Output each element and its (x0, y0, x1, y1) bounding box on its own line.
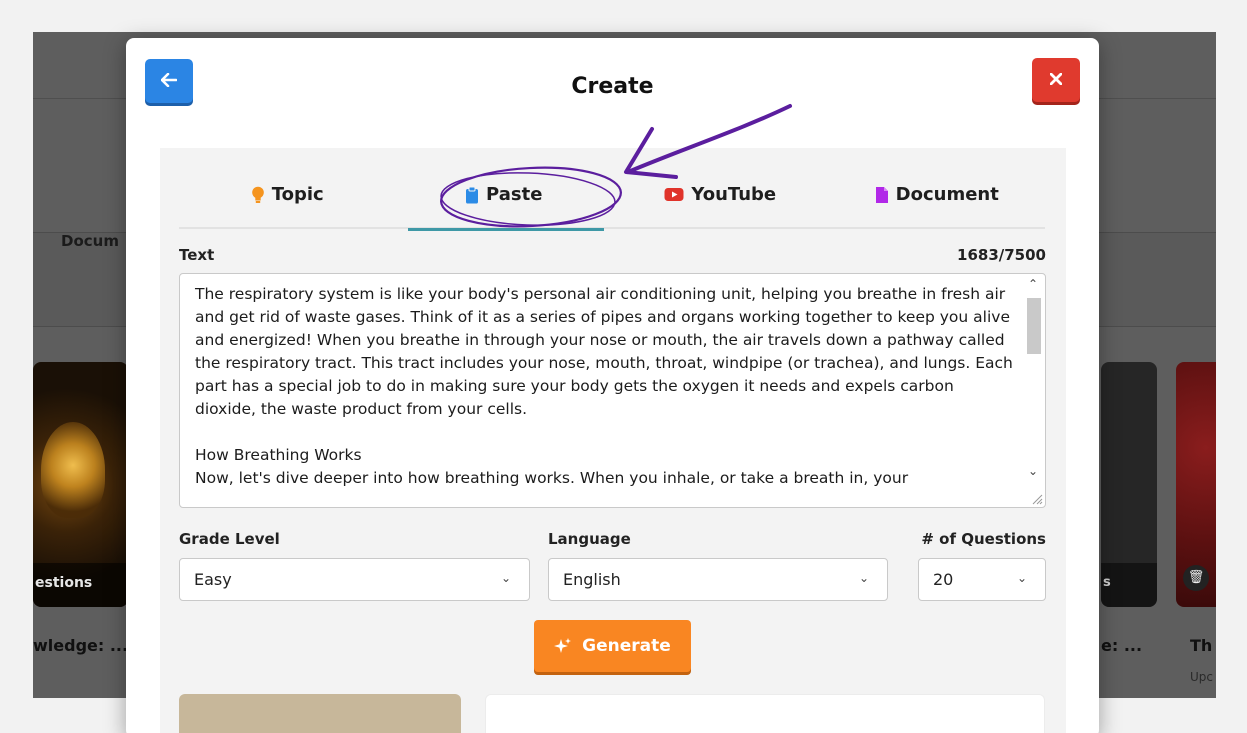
language-value: English (563, 570, 621, 589)
bg-card-lightbulb: estions (33, 362, 128, 607)
resize-handle-icon[interactable] (1029, 491, 1043, 505)
num-questions-label: # of Questions (921, 530, 1046, 548)
lightbulb-image (41, 422, 105, 518)
close-button[interactable] (1032, 58, 1080, 102)
source-tabs: Topic Paste YouTube Document (179, 184, 1046, 231)
bg-card-far-sub: Upc (1190, 670, 1213, 684)
lightbulb-icon (251, 186, 264, 203)
tab-paste[interactable]: Paste (396, 184, 613, 231)
generate-label: Generate (582, 636, 671, 656)
num-questions-value: 20 (933, 570, 954, 589)
bg-card-right-title: e: ... (1101, 636, 1143, 655)
trash-icon: 🗑 (1183, 565, 1209, 591)
bg-card-label: estions (33, 563, 128, 607)
bg-card-right: s (1101, 362, 1157, 607)
modal-title: Create (571, 74, 654, 99)
chevron-down-icon: ⌄ (858, 571, 869, 585)
result-card (485, 694, 1045, 733)
paste-textarea-text: The respiratory system is like your body… (195, 285, 1013, 487)
tab-topic-label: Topic (271, 184, 324, 205)
create-modal: Create Topic Paste YouTube Document Text… (126, 38, 1099, 733)
bg-card-far-right: 🗑 (1176, 362, 1216, 607)
grade-level-select[interactable]: Easy ⌄ (179, 558, 530, 601)
language-label: Language (548, 530, 631, 548)
language-select[interactable]: English ⌄ (548, 558, 888, 601)
create-panel: Topic Paste YouTube Document Text 1683/7… (160, 148, 1066, 733)
tab-youtube-label: YouTube (691, 184, 777, 205)
bg-card-right-label: s (1101, 563, 1157, 607)
bg-card-far-title: Th (1190, 636, 1213, 655)
grade-level-value: Easy (194, 570, 232, 589)
text-label: Text (179, 246, 215, 264)
bg-tab-document: Docum (61, 232, 119, 250)
tab-paste-label: Paste (486, 184, 543, 205)
paste-textarea[interactable]: The respiratory system is like your body… (179, 273, 1046, 508)
tab-document-label: Document (895, 184, 999, 205)
tab-youtube[interactable]: YouTube (612, 184, 829, 229)
youtube-icon (664, 188, 684, 201)
grade-level-label: Grade Level (179, 530, 280, 548)
textarea-scrollbar[interactable]: ⌃ ⌄ (1023, 274, 1045, 507)
result-thumbnail (179, 694, 461, 733)
clipboard-icon (466, 186, 479, 203)
tab-topic[interactable]: Topic (179, 184, 396, 229)
generate-button[interactable]: Generate (534, 620, 691, 672)
chevron-down-icon[interactable]: ⌄ (1028, 464, 1038, 478)
x-icon (1049, 72, 1063, 86)
file-icon (875, 186, 888, 203)
sparkle-icon (554, 638, 572, 653)
chevron-down-icon: ⌄ (1016, 571, 1027, 585)
tab-document[interactable]: Document (829, 184, 1046, 229)
bg-card-title: wledge: ... (33, 636, 129, 655)
scrollbar-thumb[interactable] (1027, 298, 1041, 354)
chevron-up-icon[interactable]: ⌃ (1028, 277, 1038, 291)
chevron-down-icon: ⌄ (500, 571, 511, 585)
num-questions-select[interactable]: 20 ⌄ (918, 558, 1046, 601)
char-counter: 1683/7500 (957, 246, 1046, 264)
